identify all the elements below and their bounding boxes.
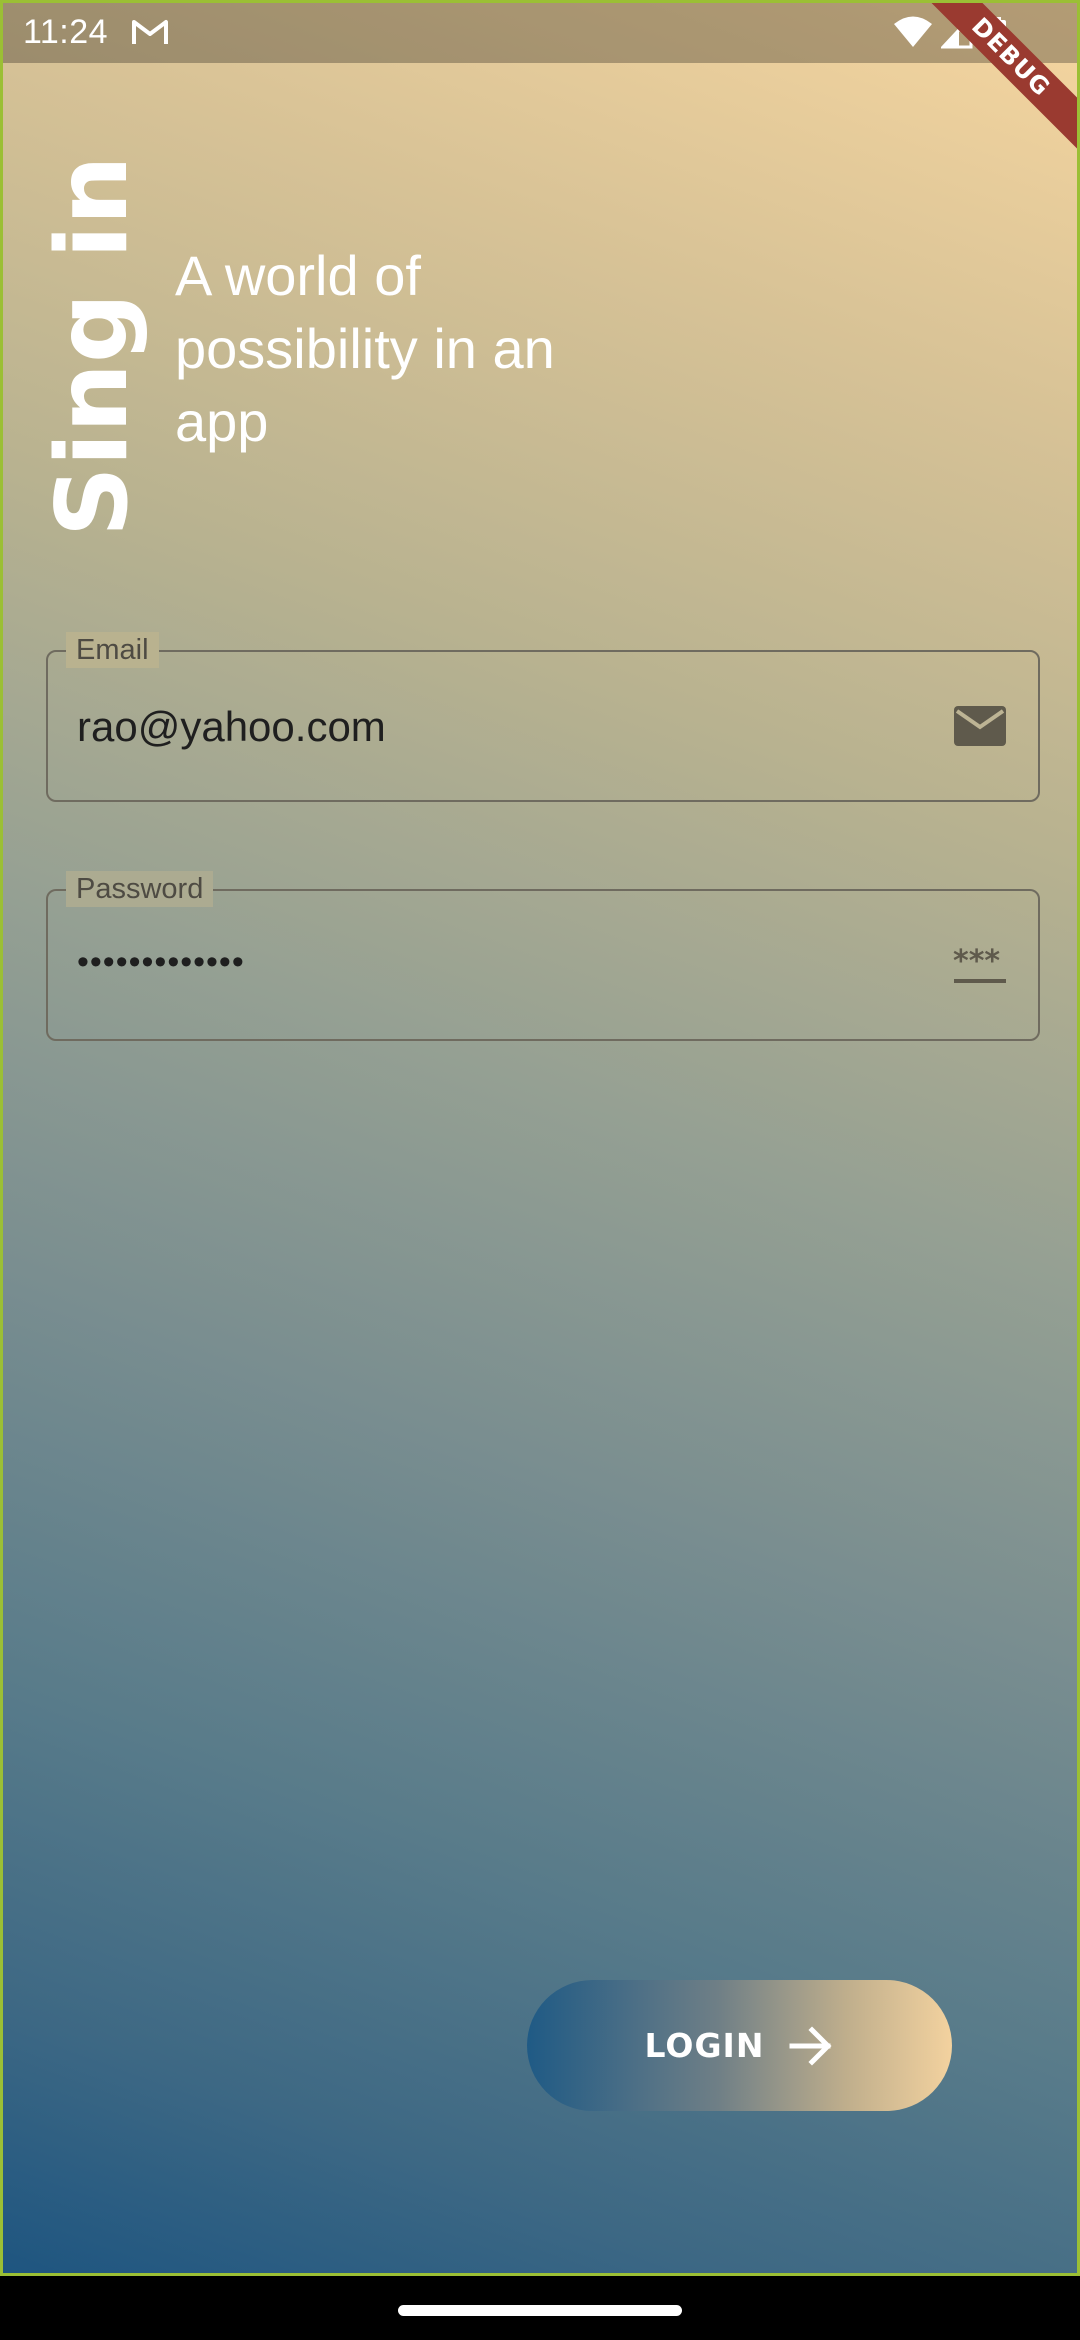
arrow-forward-icon xyxy=(789,2025,832,2066)
email-field[interactable]: Email rao@yahoo.com xyxy=(46,632,1040,802)
login-button[interactable]: LOGIN xyxy=(527,1980,952,2111)
app-screen: 11:24 DEBUG Sing in A world of possibili… xyxy=(0,0,1080,2276)
status-time: 11:24 xyxy=(23,13,109,51)
page-title: Sing in xyxy=(36,155,150,537)
navigation-bar xyxy=(0,2276,1080,2340)
login-button-label: LOGIN xyxy=(644,2026,765,2065)
svg-text:***: *** xyxy=(953,944,1000,979)
wifi-icon xyxy=(894,16,932,47)
email-label: Email xyxy=(66,632,159,668)
email-input[interactable]: rao@yahoo.com xyxy=(77,702,386,752)
password-field[interactable]: Password ••••••••••••• *** xyxy=(46,871,1040,1041)
tagline: A world of possibility in an app xyxy=(175,244,555,453)
password-label: Password xyxy=(66,871,214,907)
password-icon: *** xyxy=(953,944,1006,983)
gmail-icon xyxy=(132,20,168,44)
mail-icon xyxy=(954,706,1006,746)
home-indicator[interactable] xyxy=(398,2305,682,2316)
status-bar: 11:24 xyxy=(3,3,1077,63)
password-input[interactable]: ••••••••••••• xyxy=(77,937,245,987)
